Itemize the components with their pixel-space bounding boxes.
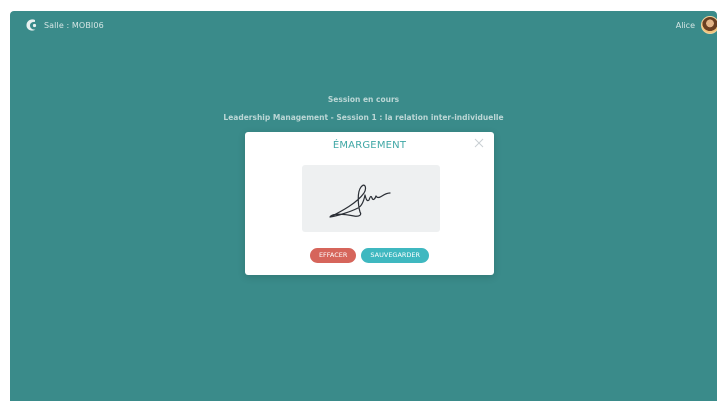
- save-button[interactable]: SAUVEGARDER: [361, 248, 430, 263]
- session-title: Leadership Management - Session 1 : la r…: [223, 113, 504, 122]
- modal-title: ÉMARGEMENT: [332, 140, 407, 151]
- username[interactable]: Alice: [676, 21, 695, 30]
- erase-button[interactable]: EFFACER: [309, 248, 357, 263]
- signature-canvas[interactable]: [302, 165, 440, 232]
- signature-modal: ÉMARGEMENT EFFACER SAUVEGARDER: [245, 132, 494, 275]
- user-avatar[interactable]: [701, 16, 717, 34]
- room-label: Salle : MOBI06: [44, 20, 104, 30]
- room-header: Salle : MOBI06: [25, 18, 104, 32]
- close-icon[interactable]: [474, 138, 484, 148]
- user-menu[interactable]: Alice: [676, 16, 717, 34]
- signature-drawing: [329, 184, 391, 218]
- session-status: Session en cours: [327, 95, 400, 104]
- app-logo-icon: [26, 19, 37, 31]
- modal-actions: EFFACER SAUVEGARDER: [245, 248, 494, 263]
- app-screen: Salle : MOBI06 Alice Session en cours Le…: [10, 11, 717, 401]
